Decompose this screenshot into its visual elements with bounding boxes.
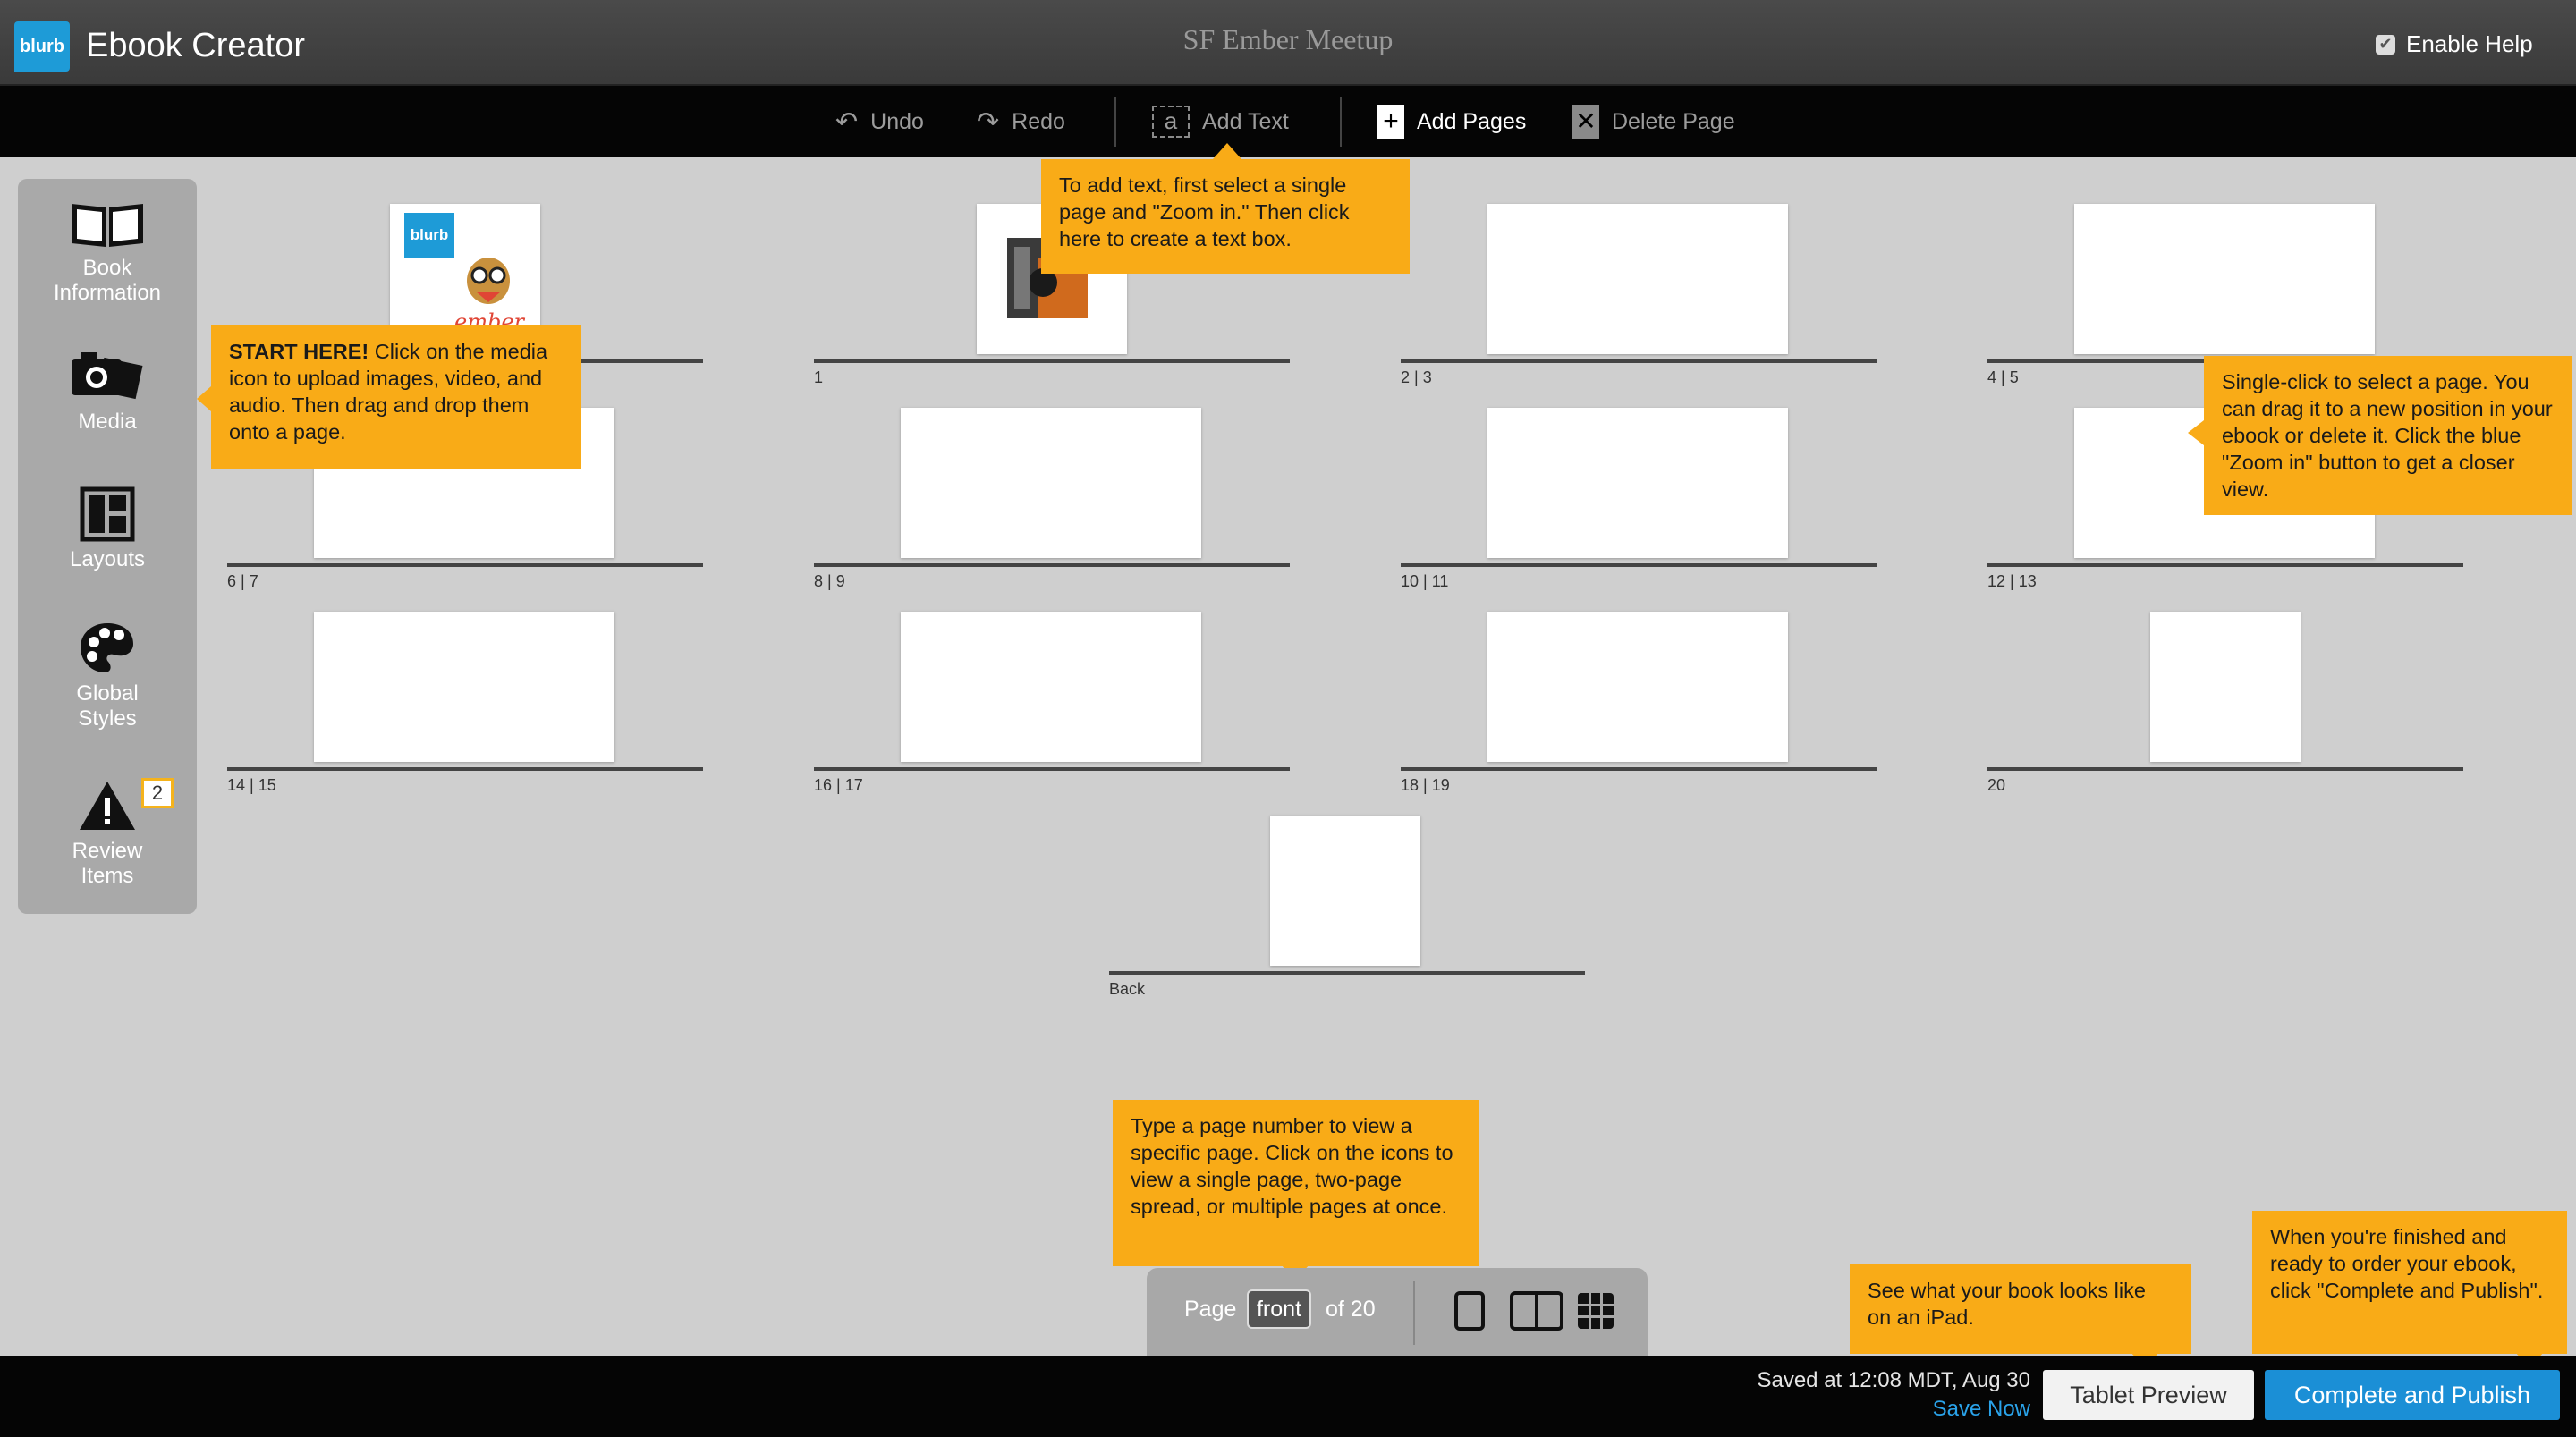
sidebar-item-global-styles[interactable]: Global Styles bbox=[18, 621, 197, 731]
page-nav-label: Page bbox=[1184, 1297, 1237, 1322]
sidebar-label: Book bbox=[82, 256, 132, 280]
page-spread-16-17[interactable] bbox=[901, 612, 1201, 762]
undo-icon: ↶ bbox=[835, 106, 859, 137]
page-label: 18 | 19 bbox=[1401, 776, 1450, 794]
page-spread-18-19[interactable] bbox=[1487, 612, 1788, 762]
add-pages-label: Add Pages bbox=[1417, 108, 1527, 134]
page-navigator: Page of 20 bbox=[1147, 1268, 1648, 1357]
page-label: Back bbox=[1109, 980, 1146, 998]
page-shelf bbox=[1401, 359, 1877, 363]
enable-help-label: Enable Help bbox=[2406, 30, 2533, 57]
add-page-icon: + bbox=[1377, 105, 1404, 139]
toolbar-divider bbox=[1114, 97, 1116, 147]
page-shelf bbox=[1401, 563, 1877, 567]
undo-button[interactable]: ↶ Undo bbox=[835, 86, 924, 157]
page-shelf bbox=[227, 563, 703, 567]
tip-select-page: Single-click to select a page. You can d… bbox=[2204, 356, 2572, 515]
page-spread-14-15[interactable] bbox=[314, 612, 614, 762]
toolbar: ↶ Undo ↷ Redo a Add Text + Add Pages ✕ D… bbox=[0, 86, 2576, 157]
page-label: 10 | 11 bbox=[1401, 572, 1449, 590]
enable-help-toggle[interactable]: ✔ Enable Help bbox=[2376, 30, 2533, 58]
sidebar-item-review-items[interactable]: 2 Review Items bbox=[18, 778, 197, 889]
page-back[interactable] bbox=[1270, 816, 1420, 966]
sidebar-item-book-information[interactable]: Book Information bbox=[18, 199, 197, 306]
warning-icon bbox=[80, 782, 135, 830]
page-shelf bbox=[814, 359, 1290, 363]
page-shelf bbox=[1987, 767, 2463, 771]
page-shelf bbox=[1987, 563, 2463, 567]
tip-complete-publish: When you're finished and ready to order … bbox=[2252, 1211, 2567, 1354]
tip-arrow bbox=[2188, 420, 2204, 445]
sidebar-label: Layouts bbox=[69, 547, 146, 571]
two-page-view-icon[interactable] bbox=[1510, 1291, 1563, 1331]
book-icon bbox=[72, 204, 143, 247]
page-label: 8 | 9 bbox=[814, 572, 845, 590]
grid-view-icon[interactable] bbox=[1578, 1293, 1614, 1329]
sidebar-item-layouts[interactable]: Layouts bbox=[18, 486, 197, 572]
page-label: 2 | 3 bbox=[1401, 368, 1432, 386]
page-shelf bbox=[814, 767, 1290, 771]
add-pages-button[interactable]: + Add Pages bbox=[1377, 86, 1526, 157]
page-spread-4-5[interactable] bbox=[2074, 204, 2375, 354]
page-label: 12 | 13 bbox=[1987, 572, 2037, 590]
page-spread-8-9[interactable] bbox=[901, 408, 1201, 558]
delete-page-button[interactable]: ✕ Delete Page bbox=[1572, 86, 1735, 157]
redo-icon: ↷ bbox=[977, 106, 1000, 137]
page-label: 6 | 7 bbox=[227, 572, 258, 590]
checkbox-icon[interactable]: ✔ bbox=[2376, 34, 2395, 55]
page-label: 20 bbox=[1987, 776, 2006, 794]
sidebar-item-media[interactable]: Media bbox=[18, 349, 197, 435]
page-spread-2-3[interactable] bbox=[1487, 204, 1788, 354]
layout-icon bbox=[80, 486, 135, 542]
tip-start-bold: START HERE! bbox=[229, 340, 369, 363]
tip-add-text: To add text, first select a single page … bbox=[1041, 159, 1410, 274]
sidebar: Book Information Media Layouts Global St… bbox=[18, 179, 197, 914]
palette-icon bbox=[80, 623, 133, 672]
sidebar-label: Information bbox=[53, 281, 162, 305]
page-shelf bbox=[1109, 971, 1585, 975]
page-shelf bbox=[1401, 767, 1877, 771]
sidebar-label: Global bbox=[76, 681, 139, 706]
ember-mascot-image bbox=[467, 258, 510, 304]
pagenav-divider bbox=[1413, 1281, 1415, 1345]
page-label: 1 bbox=[814, 368, 824, 386]
page-shelf bbox=[227, 767, 703, 771]
page-number-input[interactable] bbox=[1247, 1289, 1311, 1329]
undo-label: Undo bbox=[870, 108, 924, 134]
sidebar-label: Styles bbox=[78, 706, 137, 731]
review-count-badge: 2 bbox=[141, 778, 174, 808]
save-now-link[interactable]: Save Now bbox=[1699, 1397, 2030, 1422]
page-20[interactable] bbox=[2150, 612, 2301, 762]
single-page-view-icon[interactable] bbox=[1454, 1291, 1485, 1331]
camera-icon bbox=[72, 352, 143, 400]
blurb-logo: blurb bbox=[404, 213, 454, 258]
sidebar-label: Media bbox=[78, 410, 137, 434]
page-label: 14 | 15 bbox=[227, 776, 276, 794]
tip-page-nav: Type a page number to view a specific pa… bbox=[1113, 1100, 1479, 1266]
sidebar-label: Review bbox=[72, 839, 143, 863]
tablet-preview-button[interactable]: Tablet Preview bbox=[2043, 1370, 2254, 1420]
redo-button[interactable]: ↷ Redo bbox=[977, 86, 1065, 157]
complete-publish-button[interactable]: Complete and Publish bbox=[2265, 1370, 2560, 1420]
sidebar-label: Items bbox=[80, 864, 134, 888]
toolbar-divider bbox=[1340, 97, 1342, 147]
tip-arrow bbox=[197, 386, 211, 411]
add-text-label: Add Text bbox=[1202, 108, 1289, 134]
page-count-label: of 20 bbox=[1326, 1297, 1376, 1322]
page-label: 4 | 5 bbox=[1987, 368, 2019, 386]
tip-tablet-preview: See what your book looks like on an iPad… bbox=[1850, 1264, 2191, 1354]
page-spread-10-11[interactable] bbox=[1487, 408, 1788, 558]
book-title[interactable]: SF Ember Meetup bbox=[0, 23, 2576, 56]
page-label: 16 | 17 bbox=[814, 776, 863, 794]
text-box-icon: a bbox=[1152, 106, 1190, 138]
delete-page-icon: ✕ bbox=[1572, 105, 1599, 139]
page-shelf bbox=[814, 563, 1290, 567]
redo-label: Redo bbox=[1012, 108, 1065, 134]
tip-start-here: START HERE! Click on the media icon to u… bbox=[211, 325, 581, 469]
save-status: Saved at 12:08 MDT, Aug 30 bbox=[1757, 1368, 2030, 1392]
delete-page-label: Delete Page bbox=[1612, 108, 1735, 134]
tip-arrow bbox=[1213, 143, 1241, 159]
